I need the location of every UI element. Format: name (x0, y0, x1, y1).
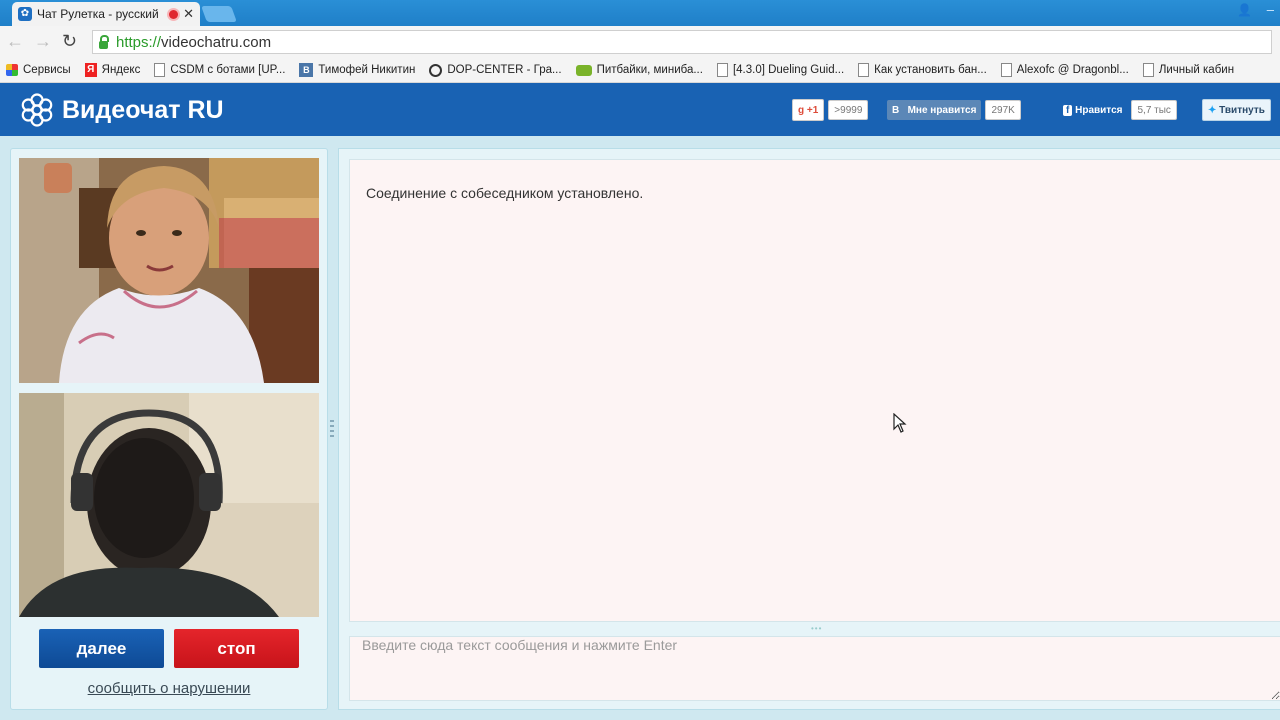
gplus-icon: g (798, 104, 805, 116)
bookmark-label: Сервисы (23, 64, 71, 76)
site-favicon-icon: ✿ (18, 7, 32, 21)
bookmark-yandex[interactable]: Я Яндекс (79, 63, 149, 77)
moto-icon (575, 64, 592, 76)
vk-like-label: Мне нравится (907, 104, 977, 116)
gplus-count: >9999 (828, 100, 869, 120)
bookmark-pitbikes[interactable]: Питбайки, миниба... (570, 64, 711, 76)
recording-icon (169, 9, 179, 19)
flower-logo-icon (21, 93, 53, 127)
url-scheme: https:// (116, 33, 162, 51)
browser-tab[interactable]: ✿ Чат Рулетка - русский ✕ (12, 2, 200, 26)
facebook-icon: f (1063, 104, 1073, 116)
page-icon (1142, 63, 1154, 77)
tweet-button[interactable]: ✦ Твитнуть (1202, 99, 1271, 121)
browser-titlebar: ✿ Чат Рулетка - русский ✕ 👤 – (0, 0, 1280, 26)
next-button[interactable]: далее (39, 629, 164, 668)
bookmark-timofey[interactable]: B Тимофей Никитин (293, 63, 423, 77)
fb-like-button[interactable]: f Нравится (1058, 100, 1127, 120)
browser-toolbar: ← → ↻ https:// videochatru.com (0, 26, 1280, 58)
tab-title: Чат Рулетка - русский (37, 7, 159, 21)
video-panel: далее стоп сообщить о нарушении (10, 148, 328, 710)
page-icon (858, 63, 870, 77)
vk-icon: B (299, 63, 314, 77)
page-icon (716, 63, 728, 77)
chat-log: Соединение с собеседником установлено. (349, 159, 1280, 622)
user-profile-icon[interactable]: 👤 (1237, 3, 1252, 17)
bookmark-label: Личный кабин (1158, 64, 1235, 76)
bookmark-label: Тимофей Никитин (318, 64, 416, 76)
steering-wheel-icon (429, 63, 443, 77)
bookmark-csdm[interactable]: CSDM с ботами [UP... (148, 63, 293, 77)
bookmark-cabinet[interactable]: Личный кабин (1137, 63, 1242, 77)
address-bar[interactable]: https:// videochatru.com (92, 30, 1272, 54)
gplus-label: +1 (806, 104, 819, 116)
twitter-widget: ✦ Твитнуть (1202, 99, 1271, 121)
twitter-bird-icon: ✦ (1208, 104, 1217, 116)
fb-like-label: Нравится (1075, 104, 1123, 116)
yandex-icon: Я (84, 63, 97, 77)
gplus-button[interactable]: g +1 (792, 99, 825, 121)
vk-widget: B Мне нравится 297K (887, 100, 1021, 120)
vk-count: 297K (985, 100, 1021, 120)
apps-icon (6, 64, 18, 76)
fb-widget: f Нравится 5,7 тыс (1058, 100, 1177, 120)
bookmark-dop-center[interactable]: DOP-CENTER - Гра... (423, 63, 569, 77)
bookmark-label: Alexofc @ Dragonbl... (1016, 64, 1129, 76)
bookmark-label: Яндекс (101, 64, 141, 76)
bookmarks-bar: Сервисы Я Яндекс CSDM с ботами [UP... B Ти… (0, 58, 1280, 83)
chat-input-box (349, 636, 1280, 701)
chat-panel: Соединение с собеседником установлено. •… (338, 148, 1280, 710)
site-logo[interactable]: Видеочат RU (20, 93, 224, 127)
page-icon (154, 63, 166, 77)
vk-like-button[interactable]: B Мне нравится (887, 100, 982, 120)
gplus-widget: g +1 >9999 (792, 99, 869, 121)
bookmark-label: CSDM с ботами [UP... (170, 64, 286, 76)
minimize-icon[interactable]: – (1267, 2, 1274, 17)
panel-resize-handle[interactable] (330, 420, 334, 438)
report-violation-link[interactable]: сообщить о нарушении (11, 680, 327, 697)
local-video (19, 393, 319, 617)
bookmark-dragonbl[interactable]: Alexofc @ Dragonbl... (995, 63, 1137, 77)
bookmark-dueling-guide[interactable]: [4.3.0] Dueling Guid... (711, 63, 852, 77)
remote-video (19, 158, 319, 383)
reload-icon[interactable]: ↻ (62, 31, 77, 52)
site-header: Видеочат RU g +1 >9999 B Мне нравится 29… (0, 83, 1280, 136)
back-arrow-icon[interactable]: ← (6, 31, 24, 52)
bookmark-label: Как установить бан... (874, 64, 987, 76)
mouse-pointer-icon (893, 413, 907, 433)
forward-arrow-icon[interactable]: → (34, 31, 52, 52)
tweet-label: Твитнуть (1219, 104, 1265, 116)
chat-resize-handle[interactable]: ••• (811, 625, 829, 633)
close-tab-icon[interactable]: ✕ (183, 6, 194, 22)
stop-button[interactable]: стоп (174, 629, 299, 668)
lock-icon (99, 35, 109, 49)
bookmark-services[interactable]: Сервисы (0, 64, 79, 76)
new-tab-button[interactable] (201, 6, 237, 22)
page-icon (1000, 63, 1012, 77)
vk-icon: B (892, 104, 900, 116)
fb-count: 5,7 тыс (1131, 100, 1177, 120)
bookmark-label: Питбайки, миниба... (596, 64, 703, 76)
bookmark-label: [4.3.0] Dueling Guid... (732, 64, 845, 76)
url-host: videochatru.com (161, 33, 272, 51)
bookmark-install[interactable]: Как установить бан... (852, 63, 995, 77)
chat-message: Соединение с собеседником установлено. (366, 185, 644, 201)
bookmark-label: DOP-CENTER - Гра... (447, 64, 562, 76)
logo-text: Видеочат RU (62, 95, 224, 124)
chat-message-input[interactable] (350, 637, 1280, 700)
